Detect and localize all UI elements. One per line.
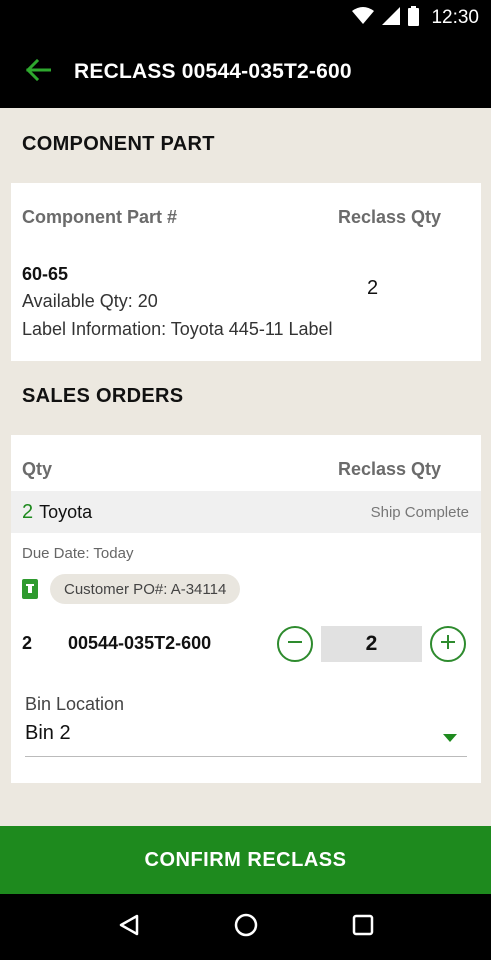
bin-location-label: Bin Location (25, 694, 125, 714)
component-section-title: COMPONENT PART (22, 133, 215, 155)
nav-home-icon (234, 913, 258, 942)
sales-order-row[interactable]: 2 Toyota Ship Complete (11, 491, 481, 533)
sales-order-card: Qty Reclass Qty 2 Toyota Ship Complete D… (11, 435, 481, 783)
qty-header: Qty (22, 459, 53, 479)
status-time: 12:30 (431, 7, 479, 28)
nav-back-button[interactable] (99, 897, 159, 957)
back-arrow-icon (25, 58, 52, 86)
nav-home-button[interactable] (216, 897, 276, 957)
component-card: Component Part # Reclass Qty 60-65 Avail… (11, 183, 481, 361)
nav-recents-icon (352, 914, 374, 941)
wifi-icon (352, 6, 375, 30)
line-qty: 2 (22, 633, 33, 653)
nav-recents-button[interactable] (333, 897, 393, 957)
order-qty: 2 (22, 500, 34, 523)
battery-icon (408, 5, 420, 31)
line-part-number: 00544-035T2-600 (68, 633, 212, 653)
signal-icon (382, 6, 401, 30)
document-icon (22, 579, 38, 604)
reclass-qty-input[interactable]: 2 (321, 626, 422, 662)
app-bar: RECLASS 00544-035T2-600 (0, 36, 491, 108)
component-reclass-qty: 2 (367, 277, 379, 299)
customer-po-chip: Customer PO#: A-34114 (50, 574, 241, 604)
due-date: Due Date: Today (22, 545, 134, 562)
order-customer: Toyota (39, 501, 93, 522)
status-bar: 12:30 (0, 0, 491, 36)
increment-button[interactable] (430, 626, 466, 662)
decrement-button[interactable] (277, 626, 313, 662)
available-qty: Available Qty: 20 (22, 291, 158, 311)
sales-reclass-qty-header: Reclass Qty (338, 459, 442, 479)
part-number: 60-65 (22, 264, 69, 284)
label-information: Label Information: Toyota 445-11 Label (22, 319, 333, 339)
bin-location-select[interactable]: Bin 2 (25, 719, 467, 757)
plus-icon (440, 634, 456, 655)
bin-location-value: Bin 2 (25, 722, 71, 744)
sales-section-title: SALES ORDERS (22, 385, 184, 407)
nav-back-icon (118, 914, 140, 941)
component-part-header: Component Part # (22, 207, 178, 227)
page-title: RECLASS 00544-035T2-600 (74, 60, 352, 83)
order-status: Ship Complete (370, 503, 469, 521)
dropdown-icon (443, 729, 457, 747)
confirm-reclass-button[interactable]: CONFIRM RECLASS (0, 826, 491, 894)
minus-icon (287, 634, 303, 655)
reclass-qty-header: Reclass Qty (338, 207, 442, 227)
navigation-bar (0, 894, 491, 960)
back-button[interactable] (0, 36, 74, 108)
